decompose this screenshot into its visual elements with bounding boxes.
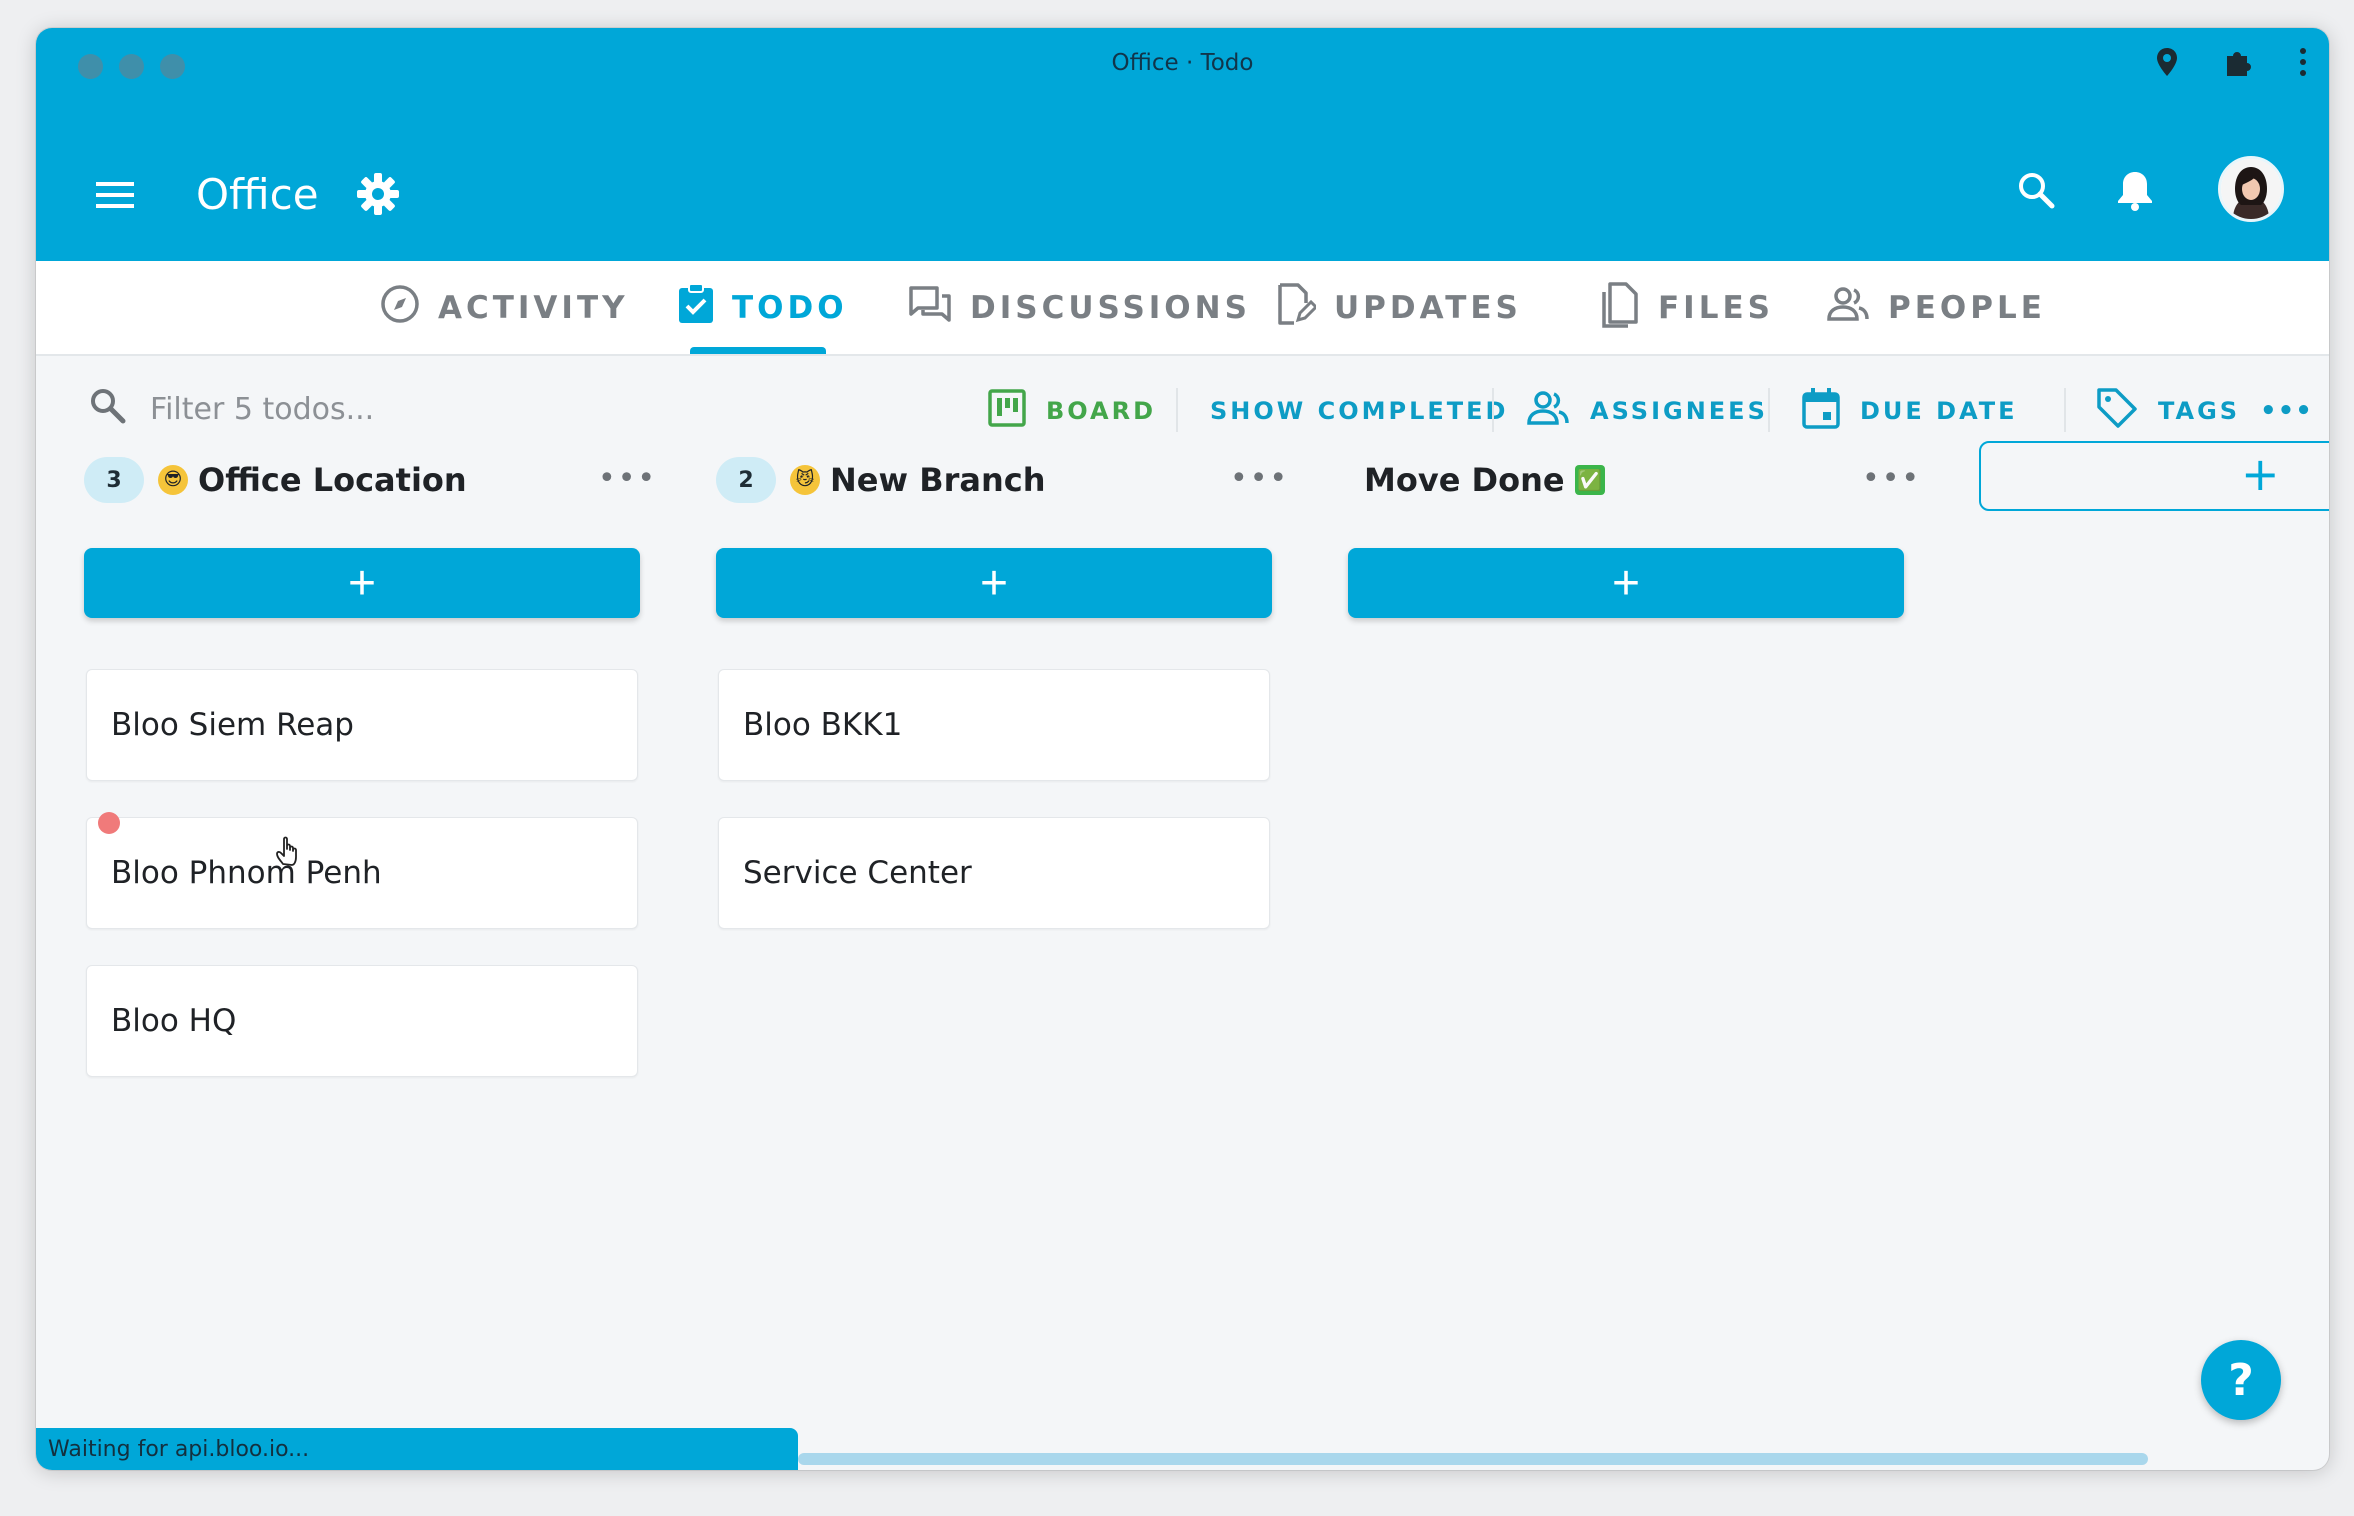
count-badge: 3 xyxy=(84,457,144,503)
due-date-label: DUE DATE xyxy=(1860,397,2018,425)
column-header: Move Done ✅ xyxy=(1364,450,1605,510)
column-title[interactable]: 😎 Office Location xyxy=(158,461,467,499)
column-header: 2 😼 New Branch xyxy=(716,450,1045,510)
tab-label: UPDATES xyxy=(1334,289,1522,326)
check-emoji: ✅ xyxy=(1574,465,1605,495)
tab-discussions[interactable]: DISCUSSIONS xyxy=(908,261,1251,354)
gear-icon[interactable] xyxy=(356,172,400,220)
tags-label: TAGS xyxy=(2158,397,2241,425)
board-icon xyxy=(988,389,1026,433)
column-emoji: 😎 xyxy=(158,465,188,495)
todo-card[interactable]: Service Center xyxy=(718,817,1270,929)
todo-card-title: Bloo HQ xyxy=(111,1003,237,1039)
active-tab-indicator xyxy=(690,347,826,354)
search-icon[interactable] xyxy=(2016,170,2056,214)
chat-icon xyxy=(908,284,952,332)
todo-card[interactable]: Bloo Phnom Penh xyxy=(86,817,638,929)
tab-files[interactable]: FILES xyxy=(1600,261,1774,354)
title-bar: Office · Todo xyxy=(36,28,2329,106)
section-tabs: ACTIVITY TODO DISCUSSIONS UPDATES FILES xyxy=(36,261,2329,356)
todo-card[interactable]: Bloo Siem Reap xyxy=(86,669,638,781)
kebab-menu-icon[interactable] xyxy=(2299,47,2307,77)
board-label: BOARD xyxy=(1046,397,1157,425)
extensions-puzzle-icon[interactable] xyxy=(2223,46,2255,78)
column-title[interactable]: 😼 New Branch xyxy=(790,461,1045,499)
column-title-text: Office Location xyxy=(198,461,467,499)
column-title-text: Move Done xyxy=(1364,461,1565,499)
column-title[interactable]: Move Done ✅ xyxy=(1364,461,1605,499)
add-column-label: + xyxy=(2241,447,2280,501)
tag-icon xyxy=(2096,387,2138,435)
tab-todo[interactable]: TODO xyxy=(678,261,848,354)
add-todo-button[interactable]: + xyxy=(716,548,1272,618)
people-icon xyxy=(1826,286,1870,330)
tab-label: DISCUSSIONS xyxy=(970,289,1251,326)
divider xyxy=(2064,388,2066,432)
todo-card[interactable]: Bloo HQ xyxy=(86,965,638,1077)
count-badge: 2 xyxy=(716,457,776,503)
status-bar: Waiting for api.bloo.io... xyxy=(36,1428,798,1470)
assignees-label: ASSIGNEES xyxy=(1590,397,1768,425)
column-more-button[interactable]: ••• xyxy=(1230,464,1289,494)
column-more-button[interactable]: ••• xyxy=(1862,464,1921,494)
files-icon xyxy=(1600,280,1640,336)
app-bar: Office xyxy=(36,106,2329,261)
tab-activity[interactable]: ACTIVITY xyxy=(380,261,629,354)
add-todo-button[interactable]: + xyxy=(84,548,640,618)
divider xyxy=(1768,388,1770,432)
location-pin-icon[interactable] xyxy=(2155,47,2179,77)
column-title-text: New Branch xyxy=(830,461,1046,499)
column-emoji: 😼 xyxy=(790,465,820,495)
unread-dot xyxy=(98,812,120,834)
tab-people[interactable]: PEOPLE xyxy=(1826,261,2046,354)
help-button[interactable]: ? xyxy=(2201,1340,2281,1420)
browser-actions xyxy=(2155,46,2307,78)
tab-label: ACTIVITY xyxy=(438,289,629,326)
divider xyxy=(1492,388,1494,432)
add-column-button[interactable]: + xyxy=(1979,441,2329,511)
divider xyxy=(1176,388,1178,432)
edit-doc-icon xyxy=(1276,282,1319,334)
avatar[interactable] xyxy=(2218,156,2284,222)
todo-card-title: Bloo BKK1 xyxy=(743,707,903,743)
hand-cursor-icon xyxy=(274,834,304,872)
horizontal-scrollbar[interactable] xyxy=(798,1453,2148,1465)
todo-card[interactable]: Bloo BKK1 xyxy=(718,669,1270,781)
window-title: Office · Todo xyxy=(1111,50,1254,76)
hamburger-menu-icon[interactable] xyxy=(96,180,136,214)
todo-card-title: Service Center xyxy=(743,855,972,891)
people-icon xyxy=(1526,390,1570,432)
todo-card-title: Bloo Phnom Penh xyxy=(111,855,382,891)
show-completed-label: SHOW COMPLETED xyxy=(1210,397,1509,425)
tab-label: FILES xyxy=(1658,289,1774,326)
column-header: 3 😎 Office Location xyxy=(84,450,467,510)
browser-window: Office · Todo Office ACTIVITY TODO DISCU… xyxy=(36,28,2329,1470)
filter-input[interactable] xyxy=(148,384,572,434)
compass-icon xyxy=(380,284,420,332)
todo-card-title: Bloo Siem Reap xyxy=(111,707,354,743)
add-todo-button[interactable]: + xyxy=(1348,548,1904,618)
bell-icon[interactable] xyxy=(2114,168,2156,216)
checkbox-icon xyxy=(678,282,714,332)
tab-label: PEOPLE xyxy=(1888,289,2046,326)
tab-label: TODO xyxy=(732,289,848,326)
page-title: Office xyxy=(196,170,319,219)
column-more-button[interactable]: ••• xyxy=(598,464,657,494)
calendar-icon xyxy=(1802,387,1840,435)
search-icon xyxy=(88,386,128,430)
tab-updates[interactable]: UPDATES xyxy=(1276,261,1522,354)
